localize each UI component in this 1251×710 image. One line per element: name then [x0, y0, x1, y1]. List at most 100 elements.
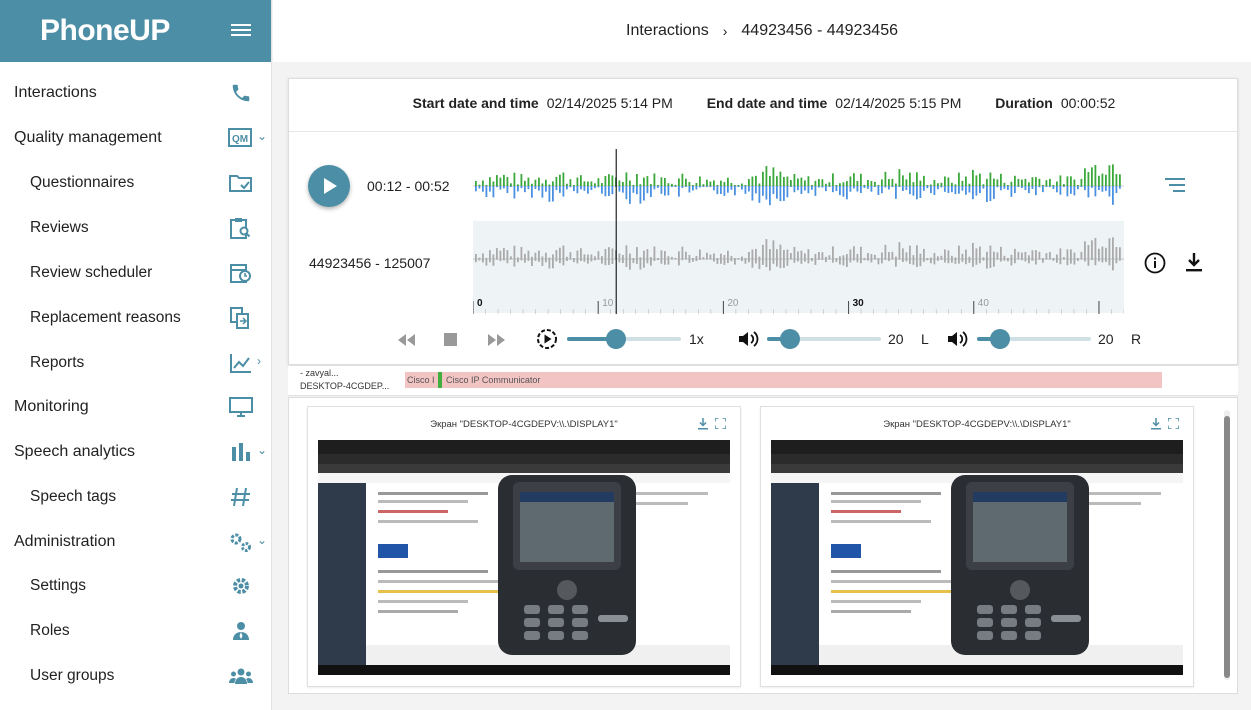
- waveform-bar: [1094, 165, 1097, 186]
- nav-review-scheduler[interactable]: Review scheduler: [0, 253, 272, 293]
- download-icon[interactable]: [1185, 252, 1203, 272]
- waveform-bar: [748, 251, 750, 263]
- waveform-bar: [1024, 251, 1027, 262]
- waveform-bar: [800, 186, 803, 194]
- nav-roles[interactable]: Roles: [0, 611, 272, 651]
- volume-right-slider[interactable]: [977, 329, 1091, 349]
- end-value: 02/14/2025 5:15 PM: [835, 95, 962, 111]
- waveform-bar: [1010, 186, 1013, 197]
- nav-speech-tags[interactable]: Speech tags: [0, 477, 272, 517]
- waveform-bar: [807, 176, 810, 186]
- screen-capture-image[interactable]: [318, 440, 730, 675]
- waveform-bar: [835, 258, 838, 263]
- waveform-bar: [499, 250, 502, 262]
- waveform-bar: [646, 176, 649, 186]
- volume-left-thumb[interactable]: [779, 329, 800, 349]
- waveform-bar: [758, 186, 761, 203]
- nav-administration[interactable]: Administration ⌄: [0, 522, 272, 562]
- nav-reviews[interactable]: Reviews: [0, 208, 272, 248]
- waveform-bar: [940, 186, 943, 188]
- waveform-bar: [1042, 185, 1044, 186]
- waveform-bar: [1098, 248, 1100, 262]
- waveform-bar: [727, 186, 729, 193]
- play-button[interactable]: [308, 165, 350, 207]
- waveform-bar: [517, 184, 519, 186]
- stop-icon[interactable]: [444, 333, 457, 346]
- download-icon[interactable]: [698, 418, 708, 430]
- nav-user-groups[interactable]: User groups: [0, 656, 272, 696]
- fullscreen-icon[interactable]: [715, 418, 726, 429]
- waveform-bar: [1042, 186, 1044, 193]
- waveform-bar: [625, 245, 628, 267]
- channel-right-label: R: [1131, 331, 1142, 347]
- scrollbar-thumb[interactable]: [1224, 416, 1230, 678]
- info-icon[interactable]: [1144, 252, 1166, 274]
- waveform-bar: [947, 177, 950, 186]
- screen-capture-image[interactable]: [771, 440, 1183, 675]
- nav-monitoring[interactable]: Monitoring: [0, 387, 272, 427]
- waveform-bar: [902, 175, 904, 186]
- rewind-icon[interactable]: [396, 333, 416, 347]
- waveform-bar: [797, 251, 799, 262]
- waveform-bar: [748, 178, 750, 186]
- waveform-bar: [618, 180, 621, 186]
- waveform-bar: [839, 183, 841, 186]
- waveform-bar: [996, 179, 999, 186]
- app-logo: PhoneUP: [40, 14, 170, 47]
- waveform-bar: [1028, 182, 1030, 186]
- nav-replacement-reasons[interactable]: Replacement reasons: [0, 298, 272, 338]
- waveform-bar: [828, 255, 831, 260]
- download-icon[interactable]: [1151, 418, 1161, 430]
- waveform[interactable]: 0 10 20 30 40: [473, 149, 1124, 314]
- nav-speech-analytics[interactable]: Speech analytics ⌄: [0, 432, 272, 472]
- waveform-bar: [958, 186, 960, 194]
- waveform-bar: [713, 186, 715, 191]
- waveform-bar: [1101, 246, 1104, 263]
- waveform-bar: [657, 186, 659, 188]
- volume-left-icon[interactable]: [737, 329, 759, 349]
- waveform-bar: [510, 183, 512, 186]
- speed-slider-thumb[interactable]: [606, 329, 627, 349]
- fullscreen-icon[interactable]: [1168, 418, 1179, 429]
- nav-interactions[interactable]: Interactions: [0, 73, 272, 113]
- waveform-bar: [1007, 258, 1009, 262]
- volume-right-thumb[interactable]: [989, 329, 1010, 349]
- vertical-scrollbar[interactable]: [1224, 410, 1230, 680]
- waveform-bar: [800, 177, 803, 186]
- volume-right-icon[interactable]: [946, 329, 968, 349]
- event-bar[interactable]: Cisco I Cisco IP Communicator: [405, 372, 1162, 388]
- event-marker[interactable]: [438, 372, 442, 388]
- fast-forward-icon[interactable]: [487, 333, 507, 347]
- waveform-bar: [758, 256, 761, 270]
- nav-quality-management[interactable]: Quality management QM ⌄: [0, 118, 272, 158]
- waveform-bar: [1091, 240, 1093, 261]
- waveform-bar: [548, 257, 551, 269]
- nav-reports[interactable]: Reports ›: [0, 343, 272, 383]
- waveform-bar: [1077, 185, 1079, 186]
- waveform-bar: [702, 184, 705, 186]
- volume-left-slider[interactable]: [767, 329, 881, 349]
- waveform-bar: [475, 253, 477, 263]
- nav-settings[interactable]: Settings: [0, 566, 272, 606]
- waveform-bar: [1063, 186, 1065, 187]
- waveform-bar: [545, 252, 547, 263]
- waveform-bar: [776, 249, 778, 267]
- waveform-bar: [1108, 186, 1111, 197]
- waveform-bar: [622, 254, 624, 263]
- waveform-bar: [695, 255, 698, 262]
- speed-slider[interactable]: [567, 329, 681, 349]
- hamburger-menu-icon[interactable]: [231, 21, 251, 39]
- users-icon: [229, 668, 253, 684]
- waveform-bar: [916, 245, 918, 267]
- playback-speed-icon[interactable]: [536, 328, 558, 350]
- timeline-label: 0: [477, 298, 483, 309]
- breadcrumb-root-link[interactable]: Interactions: [626, 22, 709, 40]
- waveform-bar: [786, 249, 789, 266]
- waveform-bar: [520, 173, 523, 186]
- playlist-icon[interactable]: [1164, 177, 1186, 193]
- breadcrumb: Interactions › 44923456 - 44923456: [273, 0, 1251, 62]
- waveform-bar: [1017, 178, 1020, 186]
- nav-questionnaires[interactable]: Questionnaires: [0, 163, 272, 203]
- player-card: Start date and time 02/14/2025 5:14 PM En…: [288, 78, 1239, 365]
- waveform-bar: [811, 185, 813, 186]
